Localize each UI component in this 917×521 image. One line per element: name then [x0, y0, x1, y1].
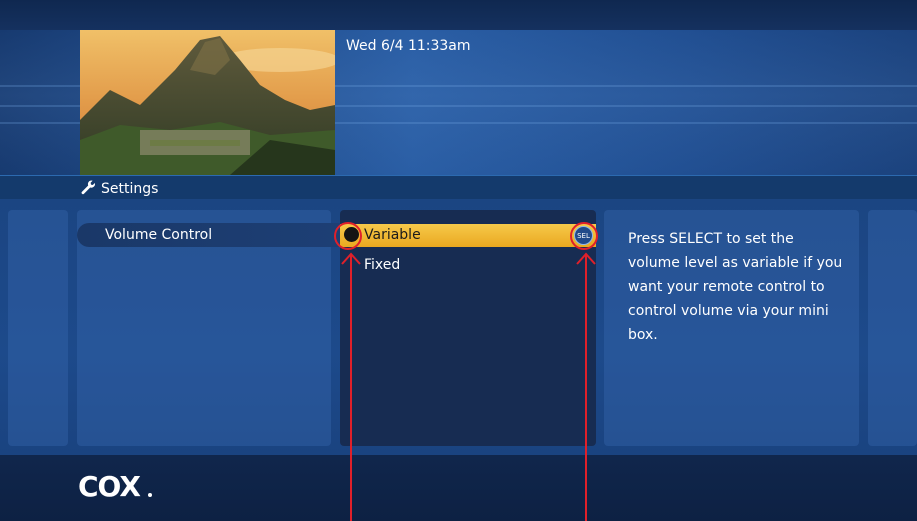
datetime-label: Wed 6/4 11:33am	[346, 38, 471, 54]
hero-thumbnail-image	[80, 30, 335, 175]
menu-item-label: Volume Control	[105, 227, 213, 243]
annotation-circle-select	[570, 222, 598, 250]
footer: COX	[0, 455, 917, 521]
annotation-arrow-left	[341, 252, 361, 521]
cox-logo-text: COX	[78, 472, 141, 500]
cox-logo: COX	[78, 472, 152, 500]
page-title-label: Settings	[101, 181, 159, 197]
help-text: Press SELECT to set the volume level as …	[628, 231, 843, 343]
option-fixed[interactable]: Fixed	[364, 257, 400, 273]
option-variable[interactable]: Variable SEL	[340, 224, 596, 247]
wrench-icon	[80, 179, 96, 199]
panel-edge-right	[868, 210, 917, 446]
top-band	[0, 0, 917, 30]
menu-item-volume-control[interactable]: Volume Control	[77, 223, 340, 247]
page-title: Settings	[80, 179, 158, 199]
option-label: Variable	[364, 227, 421, 243]
annotation-circle-radio	[334, 222, 362, 250]
panel-edge-left	[8, 210, 68, 446]
annotation-arrow-right	[576, 252, 596, 521]
